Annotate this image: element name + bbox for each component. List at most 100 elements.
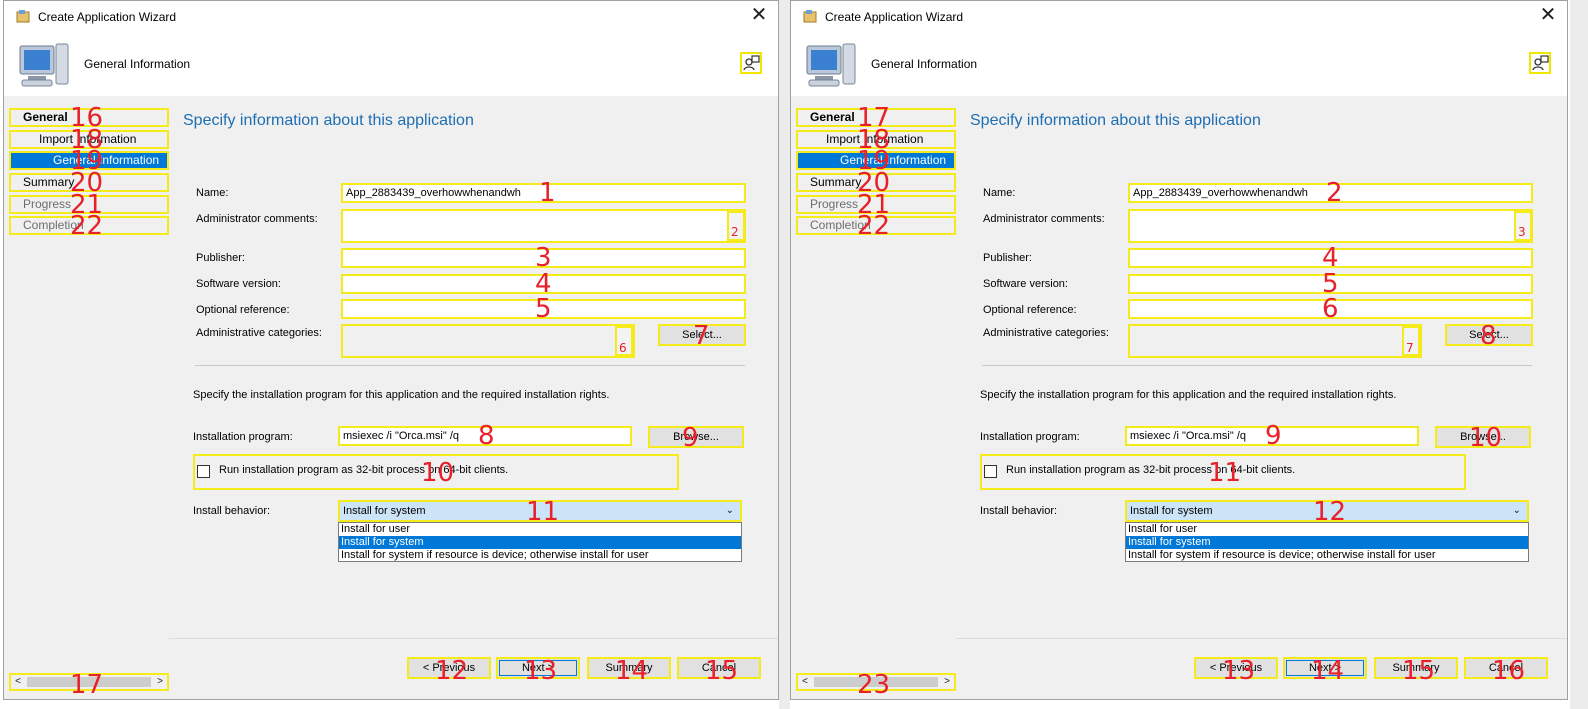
option-install-for-system-or-user[interactable]: Install for system if resource is device… <box>339 549 741 562</box>
next-label: Next > <box>1308 662 1342 674</box>
run-32bit-label: Run installation program as 32-bit proce… <box>219 464 509 476</box>
nav-item-general[interactable]: General <box>796 108 956 127</box>
scroll-right-icon[interactable]: > <box>940 675 954 689</box>
nav-item-completion[interactable]: Completion <box>796 216 956 235</box>
run-32bit-checkbox[interactable] <box>984 465 997 478</box>
admin-comments-field[interactable] <box>341 209 746 243</box>
help-button[interactable] <box>740 52 762 74</box>
nav-item-progress[interactable]: Progress <box>796 195 956 214</box>
publisher-field[interactable] <box>341 248 746 268</box>
divider <box>195 365 745 366</box>
run-32bit-checkbox[interactable] <box>197 465 210 478</box>
cancel-label: Cancel <box>1488 662 1524 674</box>
chevron-down-icon[interactable]: ⌄ <box>1513 502 1521 520</box>
wizard-content: Specify information about this applicati… <box>169 96 778 638</box>
option-install-for-user[interactable]: Install for user <box>339 523 741 536</box>
categories-spinner[interactable] <box>1402 326 1420 356</box>
run-32bit-option[interactable]: Run installation program as 32-bit proce… <box>980 454 1466 490</box>
nav-horizontal-scrollbar[interactable]: < > <box>796 673 956 691</box>
app-wizard-icon <box>803 10 817 23</box>
admin-comments-label: Administrator comments: <box>983 213 1105 225</box>
wizard-content: Specify information about this applicati… <box>956 96 1567 638</box>
title-bar: Create Application Wizard ✕ <box>4 1 778 32</box>
install-behavior-value: Install for system <box>343 505 426 517</box>
wizard-nav: General Import Information General Infor… <box>791 96 956 699</box>
next-button[interactable]: Next > <box>1283 657 1367 679</box>
summary-label: Summary <box>605 662 653 674</box>
wizard-window-left: Create Application Wizard ✕ General Info… <box>3 0 779 700</box>
wizard-nav: General Import Information General Infor… <box>4 96 169 699</box>
scroll-right-icon[interactable]: > <box>153 675 167 689</box>
nav-item-progress[interactable]: Progress <box>9 195 169 214</box>
window-title: Create Application Wizard <box>38 10 177 24</box>
install-behavior-label: Install behavior: <box>980 505 1058 517</box>
user-help-icon <box>743 55 760 71</box>
option-install-for-system[interactable]: Install for system <box>1126 536 1528 549</box>
install-program-field[interactable]: msiexec /i "Orca.msi" /q <box>1125 426 1419 446</box>
install-program-field[interactable]: msiexec /i "Orca.msi" /q <box>338 426 632 446</box>
title-bar: Create Application Wizard ✕ <box>791 1 1567 32</box>
close-icon[interactable]: ✕ <box>748 5 770 27</box>
nav-item-summary[interactable]: Summary <box>9 173 169 192</box>
scroll-left-icon[interactable]: < <box>798 675 812 689</box>
comments-spinner[interactable] <box>727 211 745 241</box>
admin-comments-field[interactable] <box>1128 209 1533 243</box>
option-install-for-user[interactable]: Install for user <box>1126 523 1528 536</box>
help-button[interactable] <box>1529 52 1551 74</box>
software-version-field[interactable] <box>341 274 746 294</box>
wizard-window-right: Create Application Wizard ✕ General Info… <box>790 0 1568 700</box>
cancel-button[interactable]: Cancel <box>1464 657 1548 679</box>
browse-button[interactable]: Browse... <box>1435 426 1531 448</box>
scroll-left-icon[interactable]: < <box>11 675 25 689</box>
select-button-label: Select... <box>682 329 722 341</box>
install-behavior-select[interactable]: Install for system ⌄ <box>338 500 742 522</box>
app-wizard-icon <box>16 10 30 23</box>
nav-item-general[interactable]: General <box>9 108 169 127</box>
publisher-field[interactable] <box>1128 248 1533 268</box>
window-title: Create Application Wizard <box>825 10 964 24</box>
close-icon[interactable]: ✕ <box>1537 5 1559 27</box>
nav-item-summary[interactable]: Summary <box>796 173 956 192</box>
option-install-for-system[interactable]: Install for system <box>339 536 741 549</box>
nav-item-general-information[interactable]: General Information <box>796 151 956 170</box>
select-button[interactable]: Select... <box>1445 324 1533 346</box>
optional-reference-field[interactable] <box>1128 299 1533 319</box>
select-button[interactable]: Select... <box>658 324 746 346</box>
browse-button[interactable]: Browse... <box>648 426 744 448</box>
admin-categories-list[interactable] <box>1128 324 1422 358</box>
previous-button[interactable]: < Previous <box>1194 657 1278 679</box>
summary-button[interactable]: Summary <box>1374 657 1458 679</box>
install-description: Specify the installation program for thi… <box>980 389 1397 401</box>
content-title: Specify information about this applicati… <box>183 112 474 129</box>
summary-button[interactable]: Summary <box>587 657 671 679</box>
next-button[interactable]: Next > <box>496 657 580 679</box>
categories-spinner[interactable] <box>615 326 633 356</box>
nav-item-import-information[interactable]: Import Information <box>9 130 169 149</box>
previous-button[interactable]: < Previous <box>407 657 491 679</box>
nav-label: Completion <box>810 218 871 232</box>
chevron-down-icon[interactable]: ⌄ <box>726 502 734 520</box>
run-32bit-option[interactable]: Run installation program as 32-bit proce… <box>193 454 679 490</box>
software-version-field[interactable] <box>1128 274 1533 294</box>
name-label: Name: <box>196 187 229 199</box>
nav-item-general-information[interactable]: General Information <box>9 151 169 170</box>
nav-item-import-information[interactable]: Import Information <box>796 130 956 149</box>
admin-categories-list[interactable] <box>341 324 635 358</box>
nav-item-completion[interactable]: Completion <box>9 216 169 235</box>
optional-reference-field[interactable] <box>341 299 746 319</box>
header-title: General Information <box>871 57 978 71</box>
user-help-icon <box>1532 55 1549 71</box>
install-behavior-label: Install behavior: <box>193 505 271 517</box>
comments-spinner[interactable] <box>1514 211 1532 241</box>
cancel-button[interactable]: Cancel <box>677 657 761 679</box>
nav-horizontal-scrollbar[interactable]: < > <box>9 673 169 691</box>
install-behavior-select[interactable]: Install for system ⌄ <box>1125 500 1529 522</box>
publisher-label: Publisher: <box>196 252 245 264</box>
scroll-thumb[interactable] <box>27 677 151 687</box>
name-field[interactable]: App_2883439_overhowwhenandwh <box>341 183 746 203</box>
scroll-thumb[interactable] <box>814 677 938 687</box>
name-field[interactable]: App_2883439_overhowwhenandwh <box>1128 183 1533 203</box>
previous-label: < Previous <box>422 662 476 674</box>
option-install-for-system-or-user[interactable]: Install for system if resource is device… <box>1126 549 1528 562</box>
background-gap-right <box>1570 0 1588 709</box>
